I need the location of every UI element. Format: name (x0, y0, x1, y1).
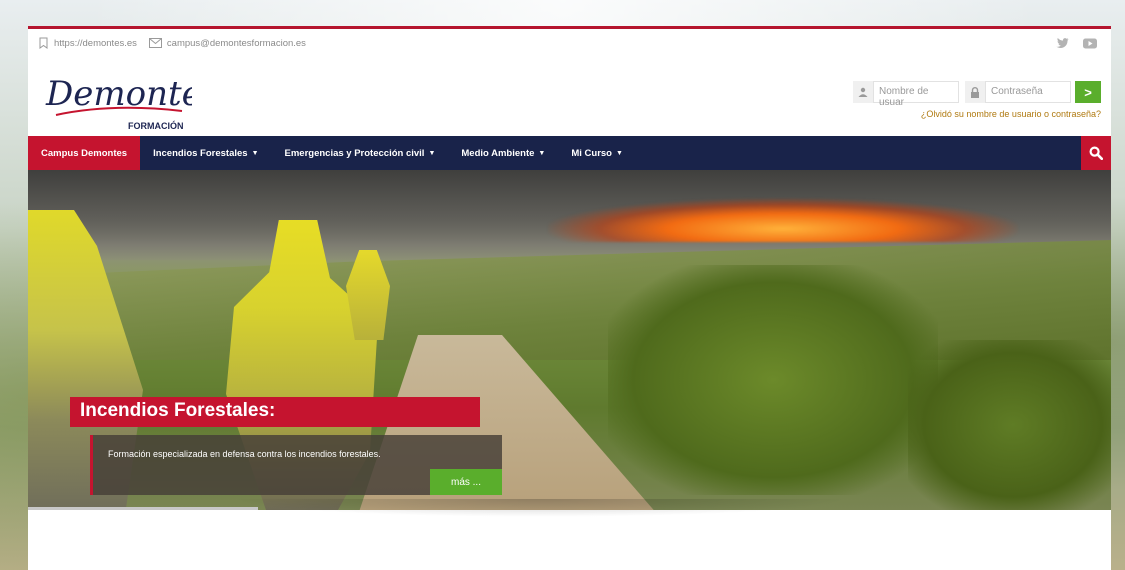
chevron-down-icon: ▼ (538, 149, 546, 157)
search-button[interactable] (1081, 136, 1111, 170)
hero-title: Incendios Forestales: (70, 397, 480, 427)
bookmark-icon (39, 37, 48, 49)
nav-item-label: Emergencias y Protección civil (284, 147, 425, 159)
hero-image-shrub (608, 265, 938, 495)
lock-icon (965, 81, 985, 103)
twitter-icon[interactable] (1056, 37, 1069, 49)
page-container: https://demontes.es campus@demontesforma… (28, 26, 1111, 570)
hero-caption-box: Formación especializada en defensa contr… (90, 435, 502, 495)
hero-description: Formación especializada en defensa contr… (108, 449, 381, 459)
nav-item-label: Campus Demontes (41, 147, 128, 159)
password-field[interactable]: Contraseña (965, 81, 1071, 103)
section-divider-shadow (230, 499, 850, 517)
slider-progress-bar (28, 507, 258, 510)
demontes-logo[interactable]: Demontes FORMACIÓN (42, 59, 192, 133)
nav-item-label: Incendios Forestales (153, 147, 248, 159)
forgot-credentials-link[interactable]: ¿Olvidó su nombre de usuario o contraseñ… (841, 109, 1101, 119)
hero-image-fire (548, 198, 1018, 242)
hero-image-shrub (908, 340, 1111, 510)
envelope-icon (148, 38, 162, 48)
top-bar-contacts: https://demontes.es campus@demontesforma… (38, 37, 306, 49)
user-icon (853, 81, 873, 103)
chevron-down-icon: ▼ (251, 149, 259, 157)
nav-item-label: Mi Curso (571, 147, 612, 159)
nav-item-campus-demontes[interactable]: Campus Demontes (28, 136, 141, 170)
hero-more-button[interactable]: más ... (430, 469, 502, 495)
website-url: https://demontes.es (54, 37, 137, 49)
email-link[interactable]: campus@demontesformacion.es (148, 37, 306, 49)
login-fields: Nombre de usuar Contraseña > (841, 81, 1101, 108)
nav-item-emergencias[interactable]: Emergencias y Protección civil ▼ (272, 136, 449, 170)
password-input[interactable]: Contraseña (985, 81, 1071, 103)
login-submit-button[interactable]: > (1075, 81, 1101, 103)
nav-item-incendios-forestales[interactable]: Incendios Forestales ▼ (140, 136, 271, 170)
svg-text:FORMACIÓN: FORMACIÓN (128, 120, 184, 131)
hero-slider: Incendios Forestales: Formación especial… (28, 170, 1111, 510)
nav-item-mi-curso[interactable]: Mi Curso ▼ (558, 136, 636, 170)
username-input[interactable]: Nombre de usuar (873, 81, 959, 108)
top-bar: https://demontes.es campus@demontesforma… (28, 29, 1111, 57)
login-form: Nombre de usuar Contraseña > ¿Olvidó su … (841, 81, 1101, 119)
username-field[interactable]: Nombre de usuar (853, 81, 959, 108)
site-header: Demontes FORMACIÓN Nombre de usuar (28, 57, 1111, 136)
youtube-icon[interactable] (1083, 38, 1097, 49)
chevron-down-icon: ▼ (428, 149, 436, 157)
main-navigation: Campus Demontes Incendios Forestales ▼ E… (28, 136, 1111, 170)
website-link[interactable]: https://demontes.es (38, 37, 137, 49)
nav-item-medio-ambiente[interactable]: Medio Ambiente ▼ (448, 136, 558, 170)
nav-item-label: Medio Ambiente (461, 147, 535, 159)
social-links (1056, 37, 1097, 49)
chevron-down-icon: ▼ (615, 149, 623, 157)
email-address: campus@demontesformacion.es (166, 37, 306, 49)
search-icon (1089, 146, 1103, 160)
